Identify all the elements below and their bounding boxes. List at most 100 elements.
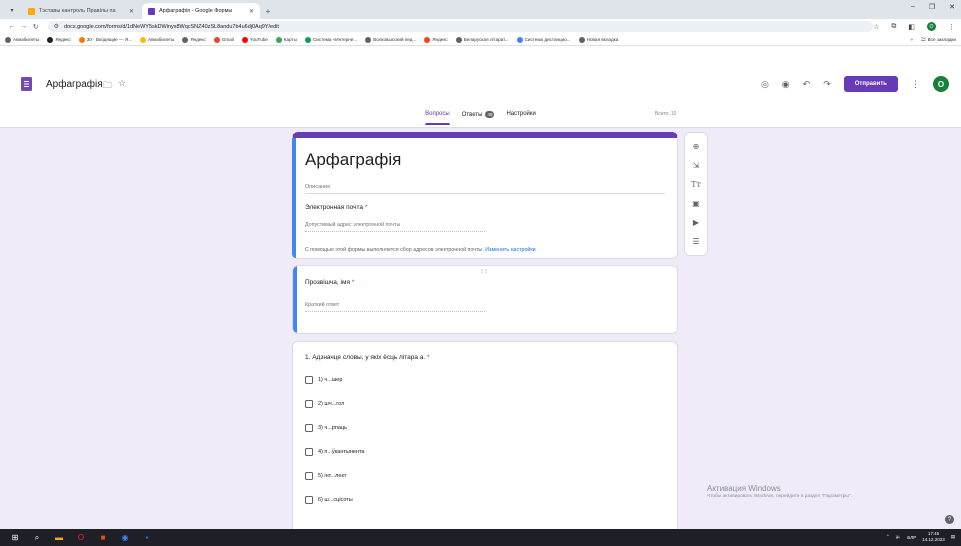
- forms-logo-icon[interactable]: [21, 77, 32, 91]
- redo-icon[interactable]: ↷: [823, 79, 831, 90]
- more-options-icon[interactable]: ⋮: [911, 79, 920, 90]
- chrome-icon[interactable]: ◉: [120, 533, 130, 543]
- profile-avatar[interactable]: O: [927, 22, 936, 31]
- account-avatar[interactable]: O: [933, 76, 949, 92]
- keyboard-language[interactable]: БЛР: [907, 535, 916, 540]
- browser-tabstrip: ▾ Тэставы кантроль Правілы па ✕ Арфаграф…: [0, 0, 961, 19]
- checkbox[interactable]: [305, 472, 313, 480]
- drag-handle-icon[interactable]: ⠿⠿: [480, 269, 488, 275]
- tab-answers[interactable]: Ответы 49: [462, 107, 495, 118]
- header-actions: ◎ ◉ ↶ ↷ Отправить ⋮ O: [761, 76, 949, 92]
- search-icon[interactable]: ⌕: [32, 533, 42, 543]
- all-bookmarks-button[interactable]: 🗀 Все закладки: [921, 36, 956, 44]
- bookmark-item[interactable]: Беларуская літарат...: [455, 36, 509, 43]
- volume-icon[interactable]: 🔈: [896, 534, 902, 540]
- tab-search-icon[interactable]: ▾: [6, 3, 18, 17]
- help-icon[interactable]: ?: [945, 515, 954, 524]
- form-canvas: Арфаграфія Описание Электронная почта * …: [0, 128, 961, 529]
- tab-questions[interactable]: Вопросы: [425, 107, 450, 125]
- clock[interactable]: 17:45 14.12.2023: [922, 531, 945, 543]
- site-info-icon[interactable]: ⚙: [54, 23, 59, 30]
- bookmark-item[interactable]: YouTube: [241, 36, 268, 43]
- add-section-icon[interactable]: ☰: [692, 237, 699, 246]
- send-button[interactable]: Отправить: [843, 76, 898, 92]
- toolbar-actions: ☆ ⧉ ◧ O ⋮: [873, 22, 955, 31]
- form-title-field[interactable]: Арфаграфія: [305, 150, 401, 170]
- extensions-icon[interactable]: ⧉: [891, 23, 896, 31]
- add-question-icon[interactable]: ⊕: [693, 142, 700, 151]
- close-tab-icon[interactable]: ✕: [249, 8, 254, 15]
- preview-eye-icon[interactable]: ◉: [782, 79, 790, 90]
- browser-menu-icon[interactable]: ⋮: [948, 23, 955, 31]
- url-text: docs.google.com/forms/d/1dNeWY5skDWinyx8…: [63, 23, 279, 30]
- option-item[interactable]: 1) ч...шер: [305, 376, 342, 384]
- windows-start-icon[interactable]: ⊞: [10, 533, 20, 543]
- url-input[interactable]: ⚙ docs.google.com/forms/d/1dNeWY5skDWiny…: [47, 21, 874, 32]
- new-tab-button[interactable]: +: [262, 4, 274, 18]
- option-item[interactable]: 5) інт...лект: [305, 472, 346, 480]
- title-actions: 🗀 ☆: [103, 78, 126, 94]
- change-settings-link[interactable]: Изменить настройки: [485, 247, 535, 253]
- app-window-icon[interactable]: ▪: [142, 533, 152, 543]
- option-item[interactable]: 4) п...ўкантынента: [305, 448, 364, 456]
- bookmark-item[interactable]: Новая вкладка: [578, 36, 618, 43]
- tray-chevron-icon[interactable]: ⌃: [886, 534, 890, 540]
- browser-tab-forms[interactable]: Арфаграфія - Google Формы ✕: [142, 3, 260, 19]
- checkbox[interactable]: [305, 400, 313, 408]
- star-icon[interactable]: ☆: [118, 78, 126, 94]
- question-label: 1. Адзначце словы, у якіх ёсць літара а.…: [305, 354, 430, 361]
- browser-tab-tests[interactable]: Тэставы кантроль Правілы па ✕: [22, 3, 140, 19]
- bookmark-star-icon[interactable]: ☆: [873, 23, 879, 31]
- tab-favicon-icon: [28, 7, 35, 15]
- system-tray: ⌃ 🔈 БЛР 17:45 14.12.2023 ▤: [886, 531, 955, 543]
- close-tab-icon[interactable]: ✕: [129, 8, 134, 15]
- bookmark-item[interactable]: 30 · Входящие — Я...: [78, 36, 132, 43]
- form-header-card[interactable]: Арфаграфія Описание Электронная почта * …: [292, 132, 678, 259]
- bookmarks-overflow-button[interactable]: »: [910, 37, 913, 42]
- checkbox[interactable]: [305, 376, 313, 384]
- answers-count-badge: 49: [485, 111, 495, 118]
- restore-icon[interactable]: ❐: [929, 3, 935, 11]
- checkbox[interactable]: [305, 424, 313, 432]
- notifications-icon[interactable]: ▤: [951, 534, 955, 540]
- form-description-field[interactable]: Описание: [305, 184, 665, 194]
- app-icon[interactable]: ■: [98, 533, 108, 543]
- bookmark-item[interactable]: Авиабилеты: [140, 36, 174, 43]
- bookmark-item[interactable]: Система «Интерне...: [304, 36, 357, 43]
- bookmark-item[interactable]: Волковысский пед...: [365, 36, 416, 43]
- reload-icon[interactable]: ↻: [30, 23, 42, 31]
- email-question-label: Электронная почта *: [305, 204, 368, 211]
- sidepanel-icon[interactable]: ◧: [908, 23, 915, 31]
- close-window-icon[interactable]: ✕: [949, 3, 955, 11]
- bookmark-item[interactable]: Яндекс: [182, 36, 206, 43]
- file-explorer-icon[interactable]: ▬: [54, 533, 64, 543]
- checkbox[interactable]: [305, 448, 313, 456]
- forward-icon[interactable]: →: [18, 23, 30, 30]
- add-image-icon[interactable]: ▣: [692, 199, 700, 208]
- add-video-icon[interactable]: ▶: [693, 218, 699, 227]
- undo-icon[interactable]: ↶: [803, 79, 811, 90]
- email-collection-note: С помощью этой формы выполняется сбор ад…: [305, 247, 536, 253]
- minimize-icon[interactable]: –: [911, 3, 915, 11]
- option-item[interactable]: 3) ч...рпаць: [305, 424, 347, 432]
- question-card-1[interactable]: 1. Адзначце словы, у якіх ёсць літара а.…: [292, 341, 678, 529]
- bookmark-item[interactable]: Система дистанцио...: [516, 36, 571, 43]
- tab-settings[interactable]: Настройки: [506, 107, 535, 117]
- question-card-name[interactable]: ⠿⠿ Прозвішча, імя * Краткий ответ: [292, 265, 678, 334]
- bookmarks-right: » 🗀 Все закладки: [910, 36, 956, 44]
- back-icon[interactable]: ←: [6, 23, 18, 30]
- option-item[interactable]: 6) ш...сцісоты: [305, 496, 353, 504]
- palette-icon[interactable]: ◎: [761, 79, 769, 90]
- option-item[interactable]: 2) шч...гол: [305, 400, 344, 408]
- bookmark-item[interactable]: Gmail: [213, 36, 234, 43]
- bookmark-item[interactable]: Авиабилеты: [5, 36, 39, 43]
- bookmark-item[interactable]: Яндекс: [47, 36, 71, 43]
- checkbox[interactable]: [305, 496, 313, 504]
- import-questions-icon[interactable]: ⇲: [693, 161, 700, 170]
- bookmark-item[interactable]: Яндекс: [424, 36, 448, 43]
- move-folder-icon[interactable]: 🗀: [103, 78, 112, 94]
- bookmark-item[interactable]: Карты: [275, 36, 297, 43]
- opera-icon[interactable]: O: [76, 533, 86, 543]
- form-title[interactable]: Арфаграфія: [46, 79, 103, 90]
- add-title-icon[interactable]: Tт: [691, 180, 701, 189]
